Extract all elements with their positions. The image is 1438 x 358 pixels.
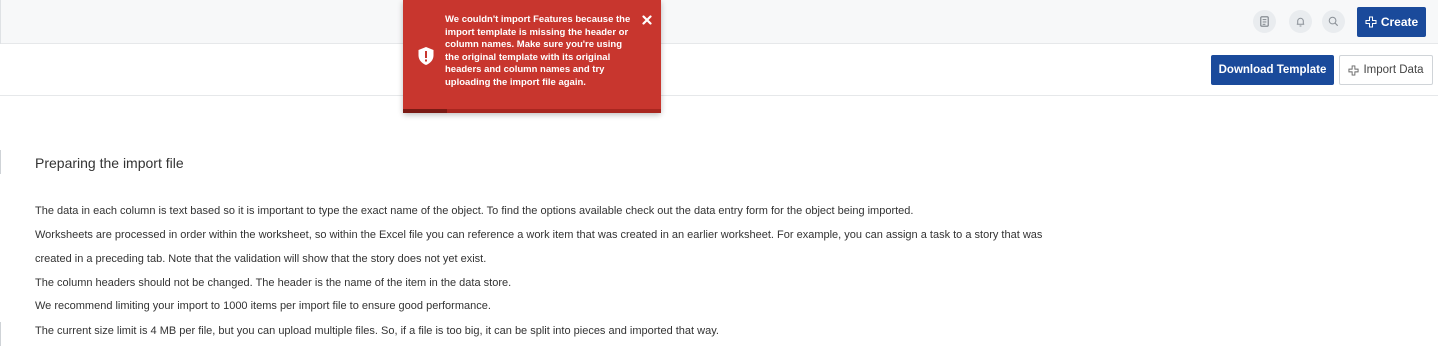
import-data-button[interactable]: Import Data — [1339, 55, 1433, 85]
download-template-button[interactable]: Download Template — [1211, 55, 1334, 85]
paragraph: The data in each column is text based so… — [35, 205, 914, 217]
error-message: We couldn't import Features because the … — [445, 14, 631, 88]
toast-progress-bar — [403, 109, 661, 113]
import-data-label: Import Data — [1363, 64, 1424, 76]
report-button[interactable] — [1253, 10, 1276, 33]
search-icon — [1328, 16, 1339, 27]
create-button-label: Create — [1380, 15, 1419, 29]
paragraph: The column headers should not be changed… — [35, 277, 512, 289]
error-toast: We couldn't import Features because the … — [403, 0, 661, 113]
close-button[interactable] — [641, 14, 653, 26]
shield-alert-icon — [418, 47, 434, 65]
paragraph: Worksheets are processed in order within… — [35, 229, 1043, 241]
report-icon — [1260, 16, 1269, 27]
notifications-button[interactable] — [1289, 10, 1312, 33]
bell-icon — [1296, 17, 1305, 27]
divider — [0, 0, 1, 44]
paragraph: We recommend limiting your import to 100… — [35, 300, 491, 312]
paragraph: created in a preceding tab. Note that th… — [35, 253, 487, 265]
search-button[interactable] — [1322, 10, 1345, 33]
divider — [0, 150, 1, 174]
plus-icon — [1365, 16, 1377, 28]
section-heading: Preparing the import file — [35, 155, 184, 171]
plus-icon — [1348, 64, 1359, 76]
download-template-label: Download Template — [1218, 64, 1327, 76]
paragraph: The current size limit is 4 MB per file,… — [35, 325, 719, 337]
page: Create Download Template Import Data Pre… — [0, 0, 1438, 358]
close-icon — [642, 15, 652, 25]
divider — [0, 322, 1, 346]
toast-progress-fill — [403, 109, 447, 113]
top-header: Create — [0, 0, 1438, 44]
create-button[interactable]: Create — [1357, 7, 1426, 37]
